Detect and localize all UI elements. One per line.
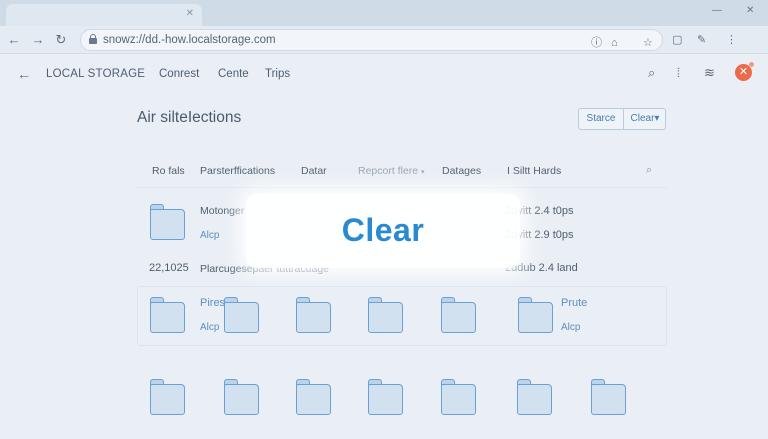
home-icon[interactable]: ⌂	[611, 33, 618, 53]
row-link[interactable]: Alcp	[200, 230, 219, 241]
settings-icon[interactable]: ≋	[704, 65, 715, 81]
folder-icon[interactable]	[517, 379, 552, 415]
app-back-icon[interactable]: ←	[17, 66, 31, 82]
nav-link-trips[interactable]: Trips	[265, 68, 290, 80]
folder-icon[interactable]	[150, 297, 185, 333]
chevron-down-icon: ▾	[421, 169, 425, 176]
report-filter-dropdown[interactable]: Repcort flere ▾	[358, 165, 425, 177]
site-info-icon[interactable]: ⓘ	[591, 33, 602, 53]
browser-menu-icon[interactable]: ⋮	[726, 33, 737, 46]
reload-icon[interactable]: ↻	[54, 32, 68, 48]
folder-icon[interactable]	[368, 379, 403, 415]
column-header[interactable]: Parsterffications	[200, 165, 275, 177]
folder-icon[interactable]	[224, 379, 259, 415]
column-header[interactable]: Datages	[442, 165, 481, 177]
folder-icon[interactable]	[591, 379, 626, 415]
edit-icon[interactable]: ✎	[697, 33, 706, 46]
folder-icon[interactable]	[296, 379, 331, 415]
app-header: ← LOCAL STORAGE Conrest Cente Trips ⌕ ⦙ …	[0, 54, 768, 94]
report-filter-label: Repcort flere	[358, 165, 419, 177]
window-close-icon[interactable]: ✕	[746, 5, 754, 16]
action-button-group: Starce Clear▾	[578, 108, 666, 130]
nav-link-conrest[interactable]: Conrest	[159, 68, 199, 80]
tab-close-icon[interactable]: ✕	[186, 8, 194, 19]
address-bar[interactable]: snowz://dd.-how.localstorage.com ⓘ ⌂ ☆	[80, 29, 663, 51]
grid-item-link[interactable]: Alcp	[561, 322, 580, 333]
folder-icon[interactable]	[441, 297, 476, 333]
divider	[137, 187, 667, 188]
folder-icon[interactable]	[441, 379, 476, 415]
row-name: Motonger	[200, 205, 245, 217]
column-header[interactable]: I Siltt Hards	[507, 165, 561, 177]
clear-toast[interactable]: Clear	[246, 194, 520, 268]
toast-label: Clear	[341, 212, 425, 248]
column-header[interactable]: Ro fals	[152, 165, 185, 177]
column-header[interactable]: Datar	[301, 165, 327, 177]
grid-item-title[interactable]: Pires	[200, 297, 225, 309]
bookmark-star-icon[interactable]: ☆	[643, 33, 653, 53]
nav-link-cente[interactable]: Cente	[218, 68, 249, 80]
folder-icon[interactable]	[296, 297, 331, 333]
close-icon: ✕	[738, 66, 749, 78]
minimize-icon[interactable]: —	[712, 5, 722, 16]
clear-dropdown-button[interactable]: Clear▾	[624, 109, 666, 129]
extensions-icon[interactable]: ▢	[672, 33, 682, 46]
back-icon[interactable]: ←	[7, 32, 21, 47]
browser-tab[interactable]: ✕	[6, 4, 202, 26]
table-search-icon[interactable]: ⌕	[646, 164, 652, 177]
section-title: Air silteIections	[137, 109, 242, 126]
notification-dot	[749, 62, 754, 67]
folder-icon[interactable]	[518, 297, 553, 333]
browser-toolbar: ← → ↻ snowz://dd.-how.localstorage.com ⓘ…	[0, 26, 768, 54]
grid-item-title[interactable]: Prute	[561, 297, 587, 309]
forward-icon[interactable]: →	[31, 32, 45, 47]
url-text: snowz://dd.-how.localstorage.com	[103, 34, 276, 46]
folder-icon[interactable]	[224, 297, 259, 333]
filter-icon[interactable]: ⦙	[677, 65, 680, 81]
app-title: LOCAL STORAGE	[46, 68, 146, 80]
search-icon[interactable]: ⌕	[648, 65, 655, 81]
close-badge-button[interactable]: ✕	[735, 62, 754, 81]
folder-icon[interactable]	[150, 379, 185, 415]
tab-strip: ✕ — ✕	[0, 0, 768, 26]
folder-icon[interactable]	[150, 204, 185, 240]
grid-item-link[interactable]: Alcp	[200, 322, 219, 333]
store-button[interactable]: Starce	[579, 109, 624, 129]
row-id: 22,1025	[149, 262, 189, 274]
folder-icon[interactable]	[368, 297, 403, 333]
lock-icon	[89, 34, 97, 45]
